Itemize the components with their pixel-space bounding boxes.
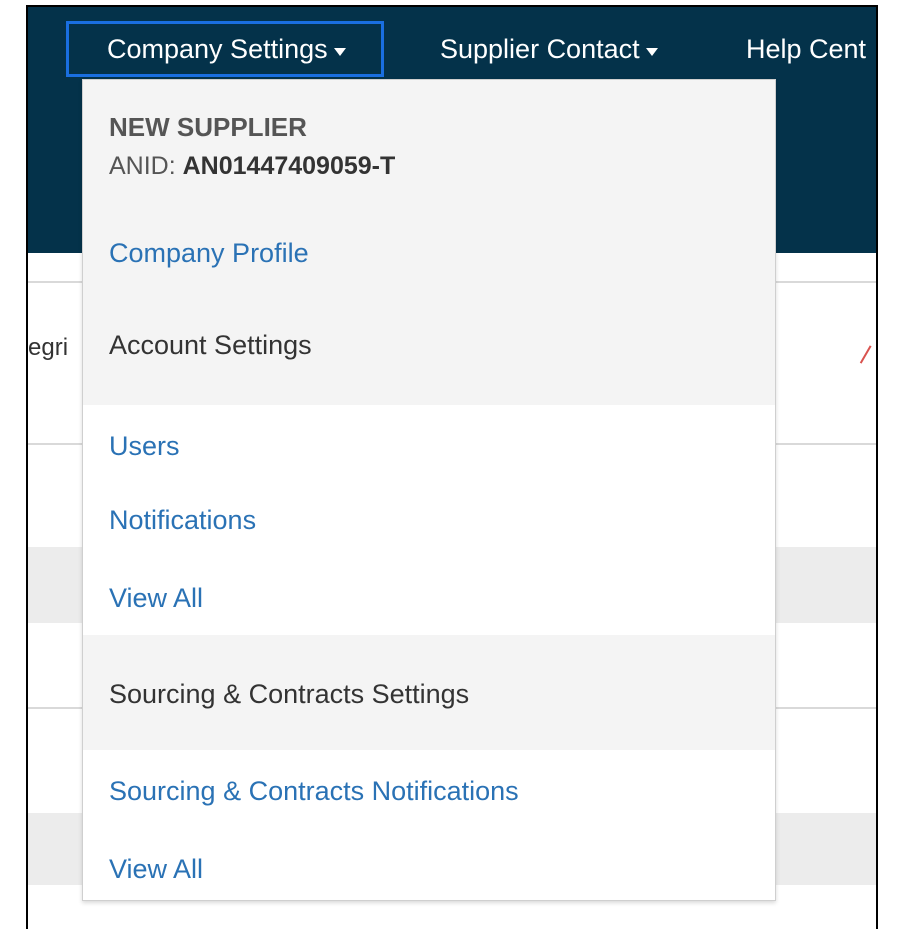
supplier-contact-label: Supplier Contact: [440, 33, 640, 64]
account-links-section: Users Notifications View All: [83, 405, 775, 635]
company-settings-dropdown: NEW SUPPLIER ANID: AN01447409059-T Compa…: [82, 79, 776, 901]
users-link[interactable]: Users: [109, 431, 180, 462]
sourcing-settings-heading[interactable]: Sourcing & Contracts Settings: [109, 679, 469, 710]
company-settings-menu[interactable]: Company Settings: [66, 21, 384, 77]
company-settings-label: Company Settings: [107, 33, 328, 64]
supplier-contact-menu[interactable]: Supplier Contact: [440, 21, 658, 77]
help-center-label: Help Cent: [746, 33, 867, 64]
caret-down-icon: [333, 48, 346, 56]
background-partial-text: egri: [28, 334, 69, 361]
view-all-link[interactable]: View All: [109, 583, 203, 614]
notifications-link[interactable]: Notifications: [109, 505, 256, 536]
help-center-menu[interactable]: Help Cent: [746, 21, 866, 77]
anid-label: ANID:: [109, 152, 183, 180]
view-all-link[interactable]: View All: [109, 854, 203, 885]
company-name: NEW SUPPLIER: [109, 112, 307, 142]
anid-value: AN01447409059-T: [182, 152, 396, 180]
caret-down-icon: [645, 48, 658, 56]
app-frame: Company Settings Supplier Contact Help C…: [26, 5, 878, 929]
account-section: NEW SUPPLIER ANID: AN01447409059-T Compa…: [83, 80, 775, 405]
anid-line: ANID: AN01447409059-T: [109, 152, 395, 181]
sourcing-notifications-link[interactable]: Sourcing & Contracts Notifications: [109, 776, 519, 807]
company-profile-link[interactable]: Company Profile: [109, 238, 309, 269]
account-settings-heading[interactable]: Account Settings: [109, 330, 312, 361]
sourcing-links-section: Sourcing & Contracts Notifications View …: [83, 750, 775, 900]
sourcing-section: Sourcing & Contracts Settings: [83, 635, 775, 750]
